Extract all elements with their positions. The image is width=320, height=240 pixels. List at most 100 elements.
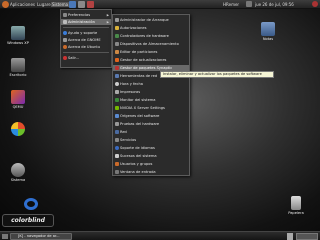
menu-item-label: Controladores de hardware xyxy=(120,34,169,38)
menu-item-nvidia[interactable]: NVIDIA X Server Settings xyxy=(113,105,189,111)
monitor-icon xyxy=(114,98,119,102)
butterfly-icon xyxy=(11,122,25,136)
desktop-icon-msn[interactable] xyxy=(6,122,30,136)
nvidia-icon xyxy=(114,106,119,110)
menu-aplicaciones[interactable]: Aplicaciones xyxy=(10,2,35,7)
desktop-icon-escritorio[interactable]: Escritorio xyxy=(6,58,30,77)
menu-item-monitor[interactable]: Monitor del sistema xyxy=(113,97,189,103)
submenu-arrow-icon: ▶ xyxy=(106,20,109,24)
desktop-icon-label: Sistema xyxy=(10,178,26,182)
help-icon xyxy=(62,31,67,35)
menu-item-red[interactable]: Red xyxy=(113,129,189,135)
menu-item-label: Ventana de entrada xyxy=(120,170,156,174)
printer-icon xyxy=(114,90,119,94)
menu-item-label: Administración xyxy=(68,20,95,24)
menu-item-servicios[interactable]: Servicios xyxy=(113,137,189,143)
menu-item-almacenamiento[interactable]: Dispositivos de Almacenamiento xyxy=(113,41,189,47)
desktop-icon-label: Escritorio xyxy=(9,73,27,77)
desktop-icon-label: Windows XP xyxy=(7,41,29,45)
taskbar-window-button[interactable]: [K] - navegador de ar... xyxy=(10,233,72,240)
network-icon[interactable] xyxy=(246,1,252,7)
menu-item-acerca-gnome[interactable]: Acerca de GNOME xyxy=(61,37,111,43)
top-panel: Aplicaciones Lugares Sistema HRemer jue … xyxy=(0,0,320,9)
show-desktop-icon[interactable] xyxy=(2,234,8,239)
menu-item-autorizaciones[interactable]: Autorizaciones xyxy=(113,25,189,31)
desktop-icon-qemu[interactable]: QEMU xyxy=(6,90,30,109)
system-icon xyxy=(11,163,25,177)
trash-icon xyxy=(291,196,301,210)
language-icon xyxy=(114,146,119,150)
ubuntu-icon xyxy=(62,45,67,49)
menu-item-label: Preferencias xyxy=(68,13,91,17)
menu-item-label: Red xyxy=(120,130,127,134)
menu-item-pruebas-hardware[interactable]: Pruebas del hardware xyxy=(113,121,189,127)
menu-item-particiones[interactable]: Editor de particiones xyxy=(113,49,189,55)
chip-icon xyxy=(114,34,119,38)
menu-item-label: Gestor de actualizaciones xyxy=(120,58,167,62)
launcher-icon-1[interactable] xyxy=(69,1,76,8)
administration-icon xyxy=(62,20,67,24)
menu-item-label: Hora y fecha xyxy=(120,82,143,86)
bottom-panel: [K] - navegador de ar... xyxy=(0,231,320,240)
menu-item-impresoras[interactable]: Impresoras xyxy=(113,89,189,95)
preferences-icon xyxy=(62,13,67,17)
menu-item-label: Ayuda y soporte xyxy=(68,31,98,35)
package-icon xyxy=(114,66,119,70)
menu-item-origenes[interactable]: Orígenes del software xyxy=(113,113,189,119)
menu-item-label: Pruebas del hardware xyxy=(120,122,160,126)
menu-item-label: Acerca de Ubuntu xyxy=(68,45,101,49)
menu-item-label: Administrador de Arranque xyxy=(120,18,169,22)
launcher-icon-3[interactable] xyxy=(87,1,94,8)
menu-item-hora-fecha[interactable]: Hora y fecha xyxy=(113,81,189,87)
menu-item-ventana-entrada[interactable]: Ventana de entrada xyxy=(113,169,189,175)
menu-item-label: Dispositivos de Almacenamiento xyxy=(120,42,179,46)
user-name[interactable]: HRemer xyxy=(223,2,239,7)
colorblind-logo: colorblind xyxy=(2,214,54,227)
menu-separator xyxy=(63,27,109,28)
login-window-icon xyxy=(114,170,119,174)
launcher-icon-2[interactable] xyxy=(78,1,85,8)
taskbar-window-label: [K] - navegador de ar... xyxy=(18,234,60,238)
partition-icon xyxy=(114,50,119,54)
menu-item-label: Impresoras xyxy=(120,90,141,94)
menu-item-ayuda[interactable]: Ayuda y soporte xyxy=(61,30,111,36)
hardware-test-icon xyxy=(114,122,119,126)
menu-item-preferencias[interactable]: Preferencias ▶ xyxy=(61,12,111,18)
menu-item-label: Soporte de idiomas xyxy=(120,146,155,150)
menu-item-admin-arranque[interactable]: Administrador de Arranque xyxy=(113,17,189,23)
services-icon xyxy=(114,138,119,142)
menu-item-sucesos[interactable]: Sucesos del sistema xyxy=(113,153,189,159)
clock-icon xyxy=(114,82,119,86)
users-icon xyxy=(114,162,119,166)
menu-item-idiomas[interactable]: Soporte de idiomas xyxy=(113,145,189,151)
quit-icon xyxy=(62,56,67,60)
boot-icon xyxy=(114,18,119,22)
power-icon[interactable] xyxy=(312,1,318,7)
menu-item-actualizaciones[interactable]: Gestor de actualizaciones xyxy=(113,57,189,63)
desktop-icon-label: Papelera xyxy=(288,211,304,215)
ubuntu-logo-icon[interactable] xyxy=(2,1,9,8)
folder-icon xyxy=(11,58,25,72)
menu-item-administracion[interactable]: Administración ▶ xyxy=(61,19,111,25)
menu-item-acerca-ubuntu[interactable]: Acerca de Ubuntu xyxy=(61,44,111,50)
menu-item-label: Gestor de paquetes Synaptic xyxy=(120,66,173,70)
gnome-icon xyxy=(62,38,67,42)
menu-item-label: Salir... xyxy=(68,56,80,60)
network-tools-icon xyxy=(114,74,119,78)
sistema-menu: Preferencias ▶ Administración ▶ Ayuda y … xyxy=(60,9,112,68)
desktop-icon-windows-xp[interactable]: Windows XP xyxy=(6,26,30,45)
gnome-foot-icon xyxy=(24,198,38,210)
menu-item-usuarios[interactable]: Usuarios y grupos xyxy=(113,161,189,167)
menu-item-label: Usuarios y grupos xyxy=(120,162,153,166)
menu-item-controladores[interactable]: Controladores de hardware xyxy=(113,33,189,39)
desktop-icon-notas[interactable]: Notas xyxy=(256,22,280,41)
trash-applet-icon[interactable] xyxy=(287,233,293,240)
workspace-switcher[interactable] xyxy=(296,233,318,240)
qemu-icon xyxy=(11,90,25,104)
desktop-icon-label: QEMU xyxy=(12,105,24,109)
menu-item-salir[interactable]: Salir... xyxy=(61,55,111,61)
desktop-icon-papelera[interactable]: Papelera xyxy=(284,196,308,215)
menu-sistema[interactable]: Sistema xyxy=(51,2,70,7)
desktop-icon-sistema[interactable]: Sistema xyxy=(6,163,30,182)
clock[interactable]: jue 26 de jul, 09:56 xyxy=(255,2,294,7)
